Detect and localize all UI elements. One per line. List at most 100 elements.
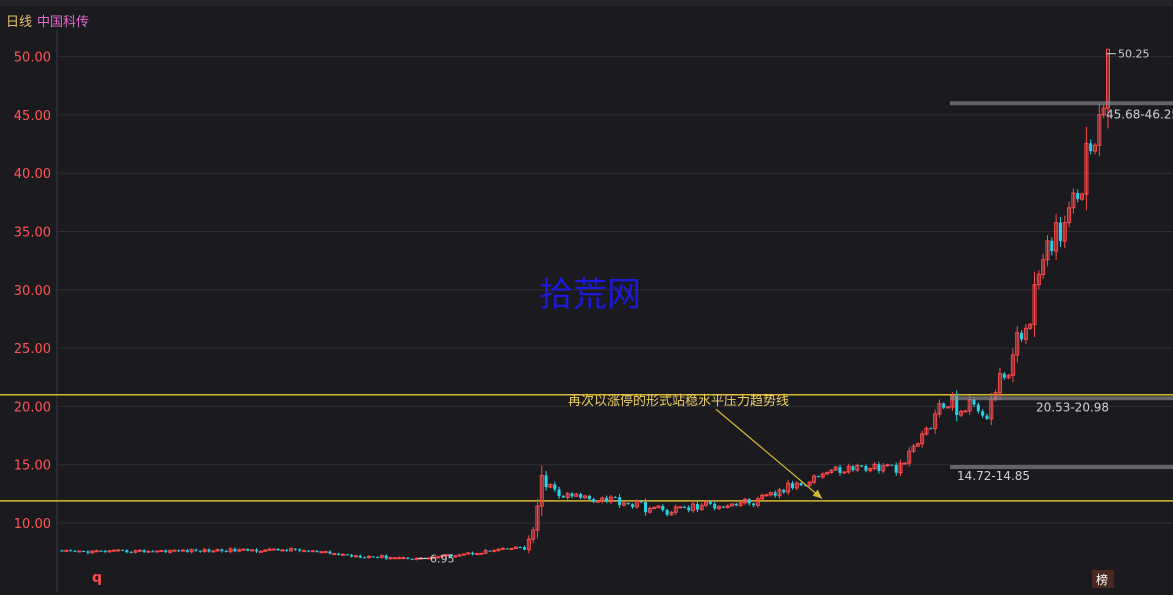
candle-body [129, 552, 133, 554]
candle-body [64, 549, 69, 552]
candle-body [613, 497, 617, 499]
candle-body [120, 549, 125, 551]
candle-body [414, 557, 419, 560]
candle-body [363, 557, 367, 559]
candle-body [713, 503, 717, 509]
bottom-marker: q [92, 570, 102, 586]
candle-body [310, 550, 315, 553]
candle-body [570, 493, 574, 497]
candle-body [185, 550, 189, 552]
candle-body [946, 406, 951, 409]
candle [392, 557, 397, 560]
candle-body [708, 501, 712, 504]
candle-body [406, 557, 410, 559]
watermark-text: 拾荒网 [539, 275, 641, 315]
candle-body [298, 549, 302, 551]
candle-body [976, 404, 980, 412]
candle-body [181, 549, 186, 552]
candle-body [505, 548, 509, 550]
candle-body [319, 551, 324, 554]
candle-body [302, 550, 307, 553]
candle-body [401, 557, 406, 560]
candle [461, 553, 466, 556]
candle-body [1058, 222, 1062, 242]
candle-body [332, 553, 337, 556]
candle-body [747, 499, 751, 504]
candle-body [942, 403, 946, 408]
candle [155, 550, 160, 553]
candle [64, 549, 69, 552]
candle-body [734, 503, 738, 506]
candle-body [328, 551, 332, 554]
candle-body [682, 506, 686, 508]
candle [271, 548, 276, 551]
candle-body [60, 550, 64, 552]
candle-body [410, 558, 414, 560]
candle-body [799, 483, 803, 486]
y-tick-label: 20.00 [14, 400, 51, 415]
candle-body [258, 550, 263, 553]
candle-body [224, 551, 228, 553]
candle-body [557, 489, 561, 497]
candle-body [981, 411, 985, 416]
candle-body [474, 553, 479, 556]
candle-body [137, 549, 142, 552]
candle-body [69, 550, 73, 552]
candle-body [116, 549, 121, 552]
candle [466, 552, 471, 555]
y-tick-label: 30.00 [14, 284, 51, 299]
candle [111, 549, 116, 552]
candle-body [864, 466, 868, 471]
candle-body [345, 554, 349, 556]
candle-body [851, 466, 855, 471]
candle-body [220, 549, 224, 552]
candle-body [1089, 143, 1093, 152]
candle-body [392, 557, 397, 560]
candle-body [561, 496, 565, 498]
candle [678, 506, 683, 509]
candle-body [276, 549, 280, 551]
candle-body [397, 557, 402, 560]
candle-body [103, 550, 107, 552]
candle-body [985, 415, 989, 419]
candle-body [790, 483, 794, 488]
candle-body [592, 499, 596, 502]
candle-body [353, 555, 358, 558]
candle-body [241, 548, 246, 551]
candle-body [618, 497, 622, 506]
candle-body [1050, 240, 1054, 252]
candle-body [631, 504, 635, 507]
candle-body [522, 547, 527, 550]
candle-body [752, 503, 756, 506]
candle-body [82, 550, 86, 552]
candle-body [595, 500, 600, 503]
candle-body [695, 503, 699, 510]
y-axis: 10.00 15.00 20.00 25.00 30.00 35.00 40.00 45.00… [14, 51, 51, 532]
candle-body [678, 506, 683, 509]
candle-body [764, 494, 769, 497]
candle-body [246, 549, 250, 551]
candle-body [509, 548, 514, 551]
candle-body [73, 550, 77, 552]
candle-body [340, 553, 345, 556]
y-tick-label: 50.00 [14, 51, 51, 66]
y-tick-label: 15.00 [14, 459, 51, 474]
candle-body [94, 550, 99, 553]
candle-body [211, 550, 216, 553]
candle-body [894, 464, 898, 473]
candle-body [972, 399, 976, 405]
candle-body [198, 550, 202, 552]
price-zone-band [950, 101, 1173, 106]
candle [172, 549, 177, 552]
candle-body [159, 550, 164, 553]
candle [479, 552, 484, 555]
candle [825, 471, 830, 475]
candle-body [337, 553, 341, 555]
candle [323, 551, 328, 554]
candle-body [142, 550, 146, 553]
candle [146, 550, 151, 553]
candle [595, 500, 600, 503]
candle [548, 483, 553, 489]
candle-body [643, 502, 648, 513]
candle-body [605, 497, 609, 502]
